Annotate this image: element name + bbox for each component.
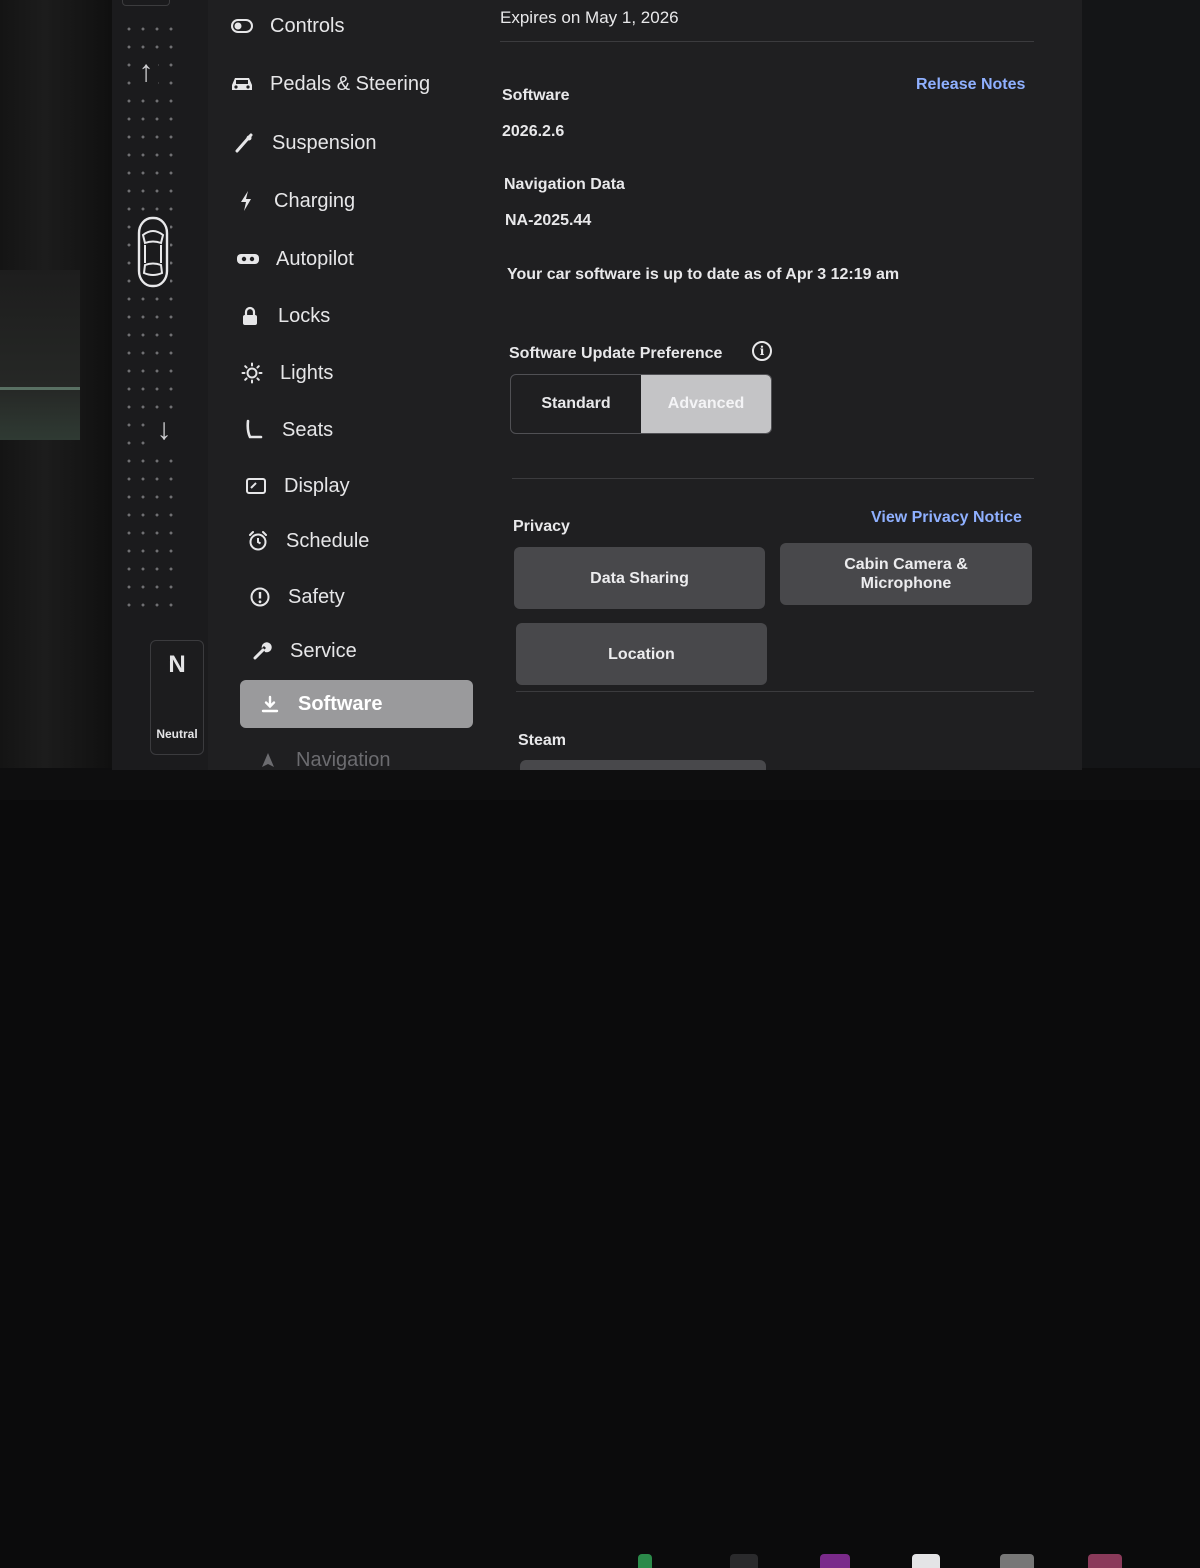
update-preference-label: Software Update Preference [509,345,723,362]
sidebar-item-label: Suspension [272,131,377,154]
navigation-data-label: Navigation Data [504,176,625,193]
seat-icon [240,419,268,441]
sidebar-item-label: Controls [270,14,345,37]
suspension-icon [230,133,258,153]
navigation-arrow-icon [254,752,282,768]
sidebar-item-schedule[interactable]: Schedule [244,521,369,561]
sidebar-item-label: Seats [282,418,334,441]
gear-drag-track[interactable] [122,20,182,620]
cabin-camera-button[interactable]: Cabin Camera & Microphone [780,543,1032,605]
lock-icon [236,306,264,326]
taskbar-app-icon[interactable] [730,1554,758,1568]
data-sharing-button[interactable]: Data Sharing [514,547,765,609]
download-icon [256,695,284,713]
sidebar-item-software[interactable]: Software [240,680,473,728]
sidebar-item-label: Autopilot [276,247,354,270]
taskbar-app-icon[interactable] [912,1554,940,1568]
gear-letter: N [168,651,186,678]
taskbar-app-icon[interactable] [1000,1554,1034,1568]
standard-option[interactable]: Standard [511,375,641,433]
car-top-view-icon [136,215,170,289]
bezel-bottom [0,768,1200,1568]
sidebar-item-label: Schedule [286,529,370,552]
divider [516,691,1034,692]
sidebar-item-display[interactable]: Display [242,466,350,506]
display-icon [242,478,270,494]
steering-wheel-icon [234,252,262,266]
settings-screen: ↑ ↓ N Neutral Controls Pedals & Steering [112,0,1082,770]
sidebar-item-lights[interactable]: Lights [238,353,333,393]
arrow-up-icon[interactable]: ↑ [134,54,158,90]
release-notes-link[interactable]: Release Notes [916,76,1025,94]
navigation-data-version: NA-2025.44 [505,212,592,229]
update-preference-toggle[interactable]: Standard Advanced [510,374,772,434]
privacy-label: Privacy [513,518,570,535]
bezel-reflection [0,270,80,440]
sidebar-item-label: Software [298,692,383,715]
bezel-left [0,0,112,800]
gear-label: Neutral [156,727,198,741]
cabin-camera-label-line1: Cabin Camera & [844,556,968,573]
expires-text: Expires on May 1, 2026 [500,8,679,27]
sidebar-item-suspension[interactable]: Suspension [230,123,377,163]
car-icon [228,75,256,93]
sidebar-item-label: Service [290,639,357,662]
gear-top-pill[interactable] [122,0,170,6]
steam-label: Steam [518,732,567,749]
toggle-icon [228,19,256,33]
info-icon[interactable]: i [752,341,772,361]
sidebar-item-label: Safety [288,585,345,608]
view-privacy-notice-link[interactable]: View Privacy Notice [871,509,1022,527]
alert-circle-icon [246,586,274,608]
sidebar-item-seats[interactable]: Seats [240,410,333,450]
location-label: Location [608,645,675,663]
steam-button[interactable] [520,760,766,770]
sidebar-item-label: Display [284,474,350,497]
sidebar-item-label: Charging [274,189,356,212]
arrow-down-icon[interactable]: ↓ [152,412,176,448]
alarm-clock-icon [244,530,272,552]
sun-icon [238,362,266,384]
sidebar-item-navigation[interactable]: Navigation [254,740,391,770]
taskbar-app-icon[interactable] [638,1554,652,1568]
sidebar-item-label: Lights [280,361,334,384]
sidebar-item-locks[interactable]: Locks [236,296,330,336]
advanced-option[interactable]: Advanced [641,375,771,433]
sidebar-item-autopilot[interactable]: Autopilot [234,239,354,279]
sidebar-item-controls[interactable]: Controls [228,6,344,46]
software-version: 2026.2.6 [502,123,565,140]
sidebar-item-safety[interactable]: Safety [246,577,345,617]
cabin-camera-label-line2: Microphone [860,575,952,592]
sidebar-item-label: Navigation [296,748,391,771]
gear-indicator[interactable]: N Neutral [150,640,204,755]
wrench-icon [248,641,276,661]
lightning-icon [232,190,260,212]
software-panel: Expires on May 1, 2026 Software Release … [500,0,1034,770]
software-label: Software [502,87,570,104]
sidebar-item-label: Pedals & Steering [270,72,431,95]
divider [512,478,1034,479]
divider [500,41,1034,42]
data-sharing-label: Data Sharing [590,569,689,587]
location-button[interactable]: Location [516,623,767,685]
sidebar-item-service[interactable]: Service [248,631,357,671]
taskbar-app-icon[interactable] [820,1554,850,1568]
sidebar-item-pedals-steering[interactable]: Pedals & Steering [228,64,430,104]
sidebar-item-label: Locks [278,304,331,327]
sidebar-item-charging[interactable]: Charging [232,181,355,221]
taskbar-app-icon[interactable] [1088,1554,1122,1568]
bezel-right [1082,0,1200,800]
gear-selector[interactable]: ↑ ↓ N Neutral [112,0,208,770]
update-status-text: Your car software is up to date as of Ap… [507,266,900,283]
